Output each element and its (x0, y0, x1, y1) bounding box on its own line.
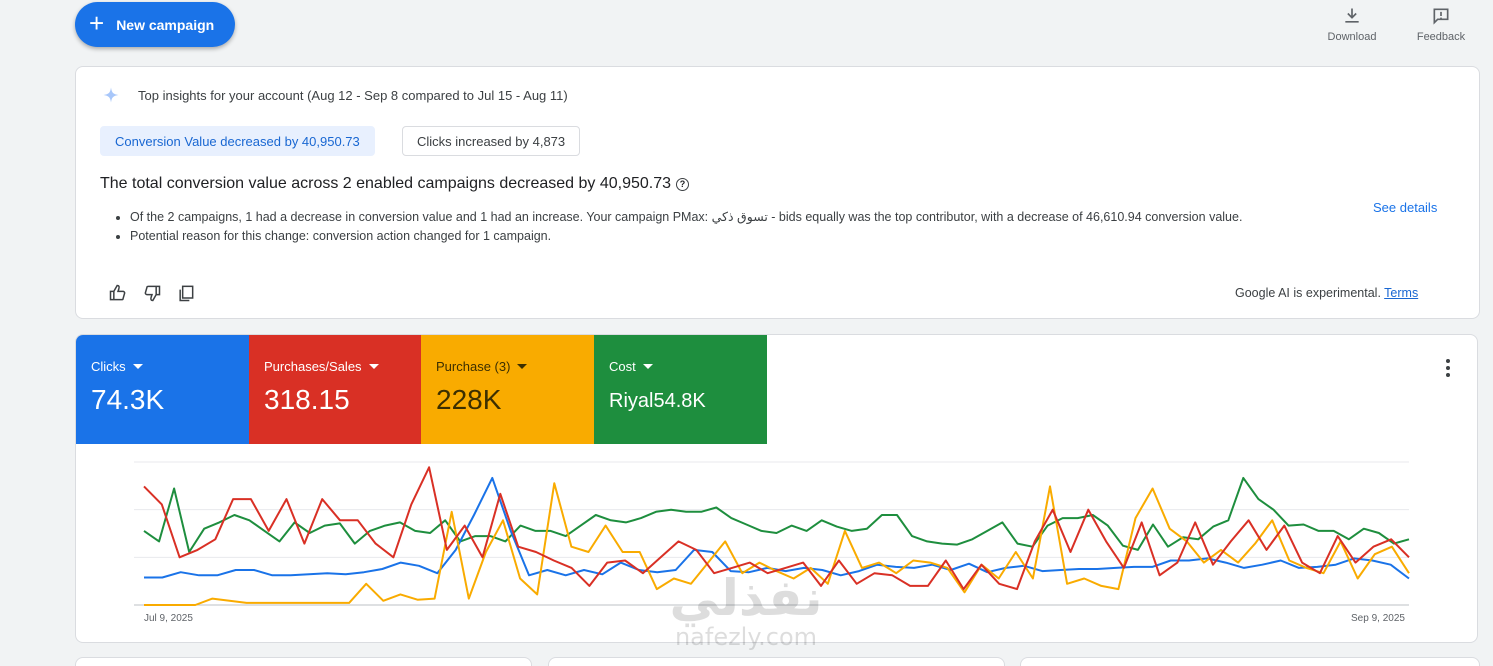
feedback-label: Feedback (1416, 31, 1466, 43)
ai-note-text: Google AI is experimental. (1235, 286, 1381, 300)
new-campaign-button[interactable]: + New campaign (75, 2, 235, 47)
thumbs-down-icon[interactable] (142, 283, 162, 303)
x-axis-end-label: Sep 9, 2025 (1351, 613, 1405, 624)
help-icon[interactable]: ? (676, 177, 690, 191)
caret-down-icon (368, 364, 379, 369)
line-chart (134, 461, 1410, 606)
metric-label-text: Purchase (3) (436, 359, 511, 374)
metric-label: Cost (609, 359, 752, 374)
caret-down-icon (132, 364, 143, 369)
metric-value: Riyal54.8K (609, 390, 706, 412)
insight-headline: The total conversion value across 2 enab… (100, 175, 690, 193)
series-line-purchase-3- (144, 482, 1410, 606)
metric-cost[interactable]: Cost Riyal54.8K (594, 335, 767, 444)
metric-label: Purchase (3) (436, 359, 579, 374)
thumbs-up-icon[interactable] (108, 283, 128, 303)
x-axis-start-label: Jul 9, 2025 (144, 613, 193, 624)
terms-link[interactable]: Terms (1384, 286, 1418, 300)
insight-bullet: Of the 2 campaigns, 1 had a decrease in … (130, 209, 1330, 224)
chip-conversion-value[interactable]: Conversion Value decreased by 40,950.73 (100, 126, 375, 156)
insight-bullet: Potential reason for this change: conver… (130, 229, 1330, 243)
caret-down-icon (642, 364, 653, 369)
download-icon (1345, 8, 1359, 23)
series-line-clicks (144, 476, 1410, 580)
insights-title: Top insights for your account (Aug 12 - … (102, 86, 568, 104)
bottom-card (1020, 657, 1480, 666)
metric-clicks[interactable]: Clicks 74.3K (76, 335, 249, 444)
metric-purchases-sales[interactable]: Purchases/Sales 318.15 (249, 335, 422, 444)
insight-bullets: Of the 2 campaigns, 1 had a decrease in … (130, 209, 1330, 248)
more-options-icon[interactable] (1438, 357, 1458, 379)
bottom-card (548, 657, 1005, 666)
download-button[interactable]: Download (1322, 6, 1382, 43)
metric-value: 74.3K (91, 384, 165, 415)
see-details-link[interactable]: See details (1373, 200, 1437, 215)
caret-down-icon (517, 364, 528, 369)
sparkle-icon (103, 87, 119, 103)
metric-value: 318.15 (264, 384, 350, 415)
chip-clicks[interactable]: Clicks increased by 4,873 (402, 126, 581, 156)
bottom-card (75, 657, 532, 666)
performance-chart-card: Clicks 74.3K Purchases/Sales 318.15 Purc… (75, 334, 1478, 643)
insights-title-text: Top insights for your account (Aug 12 - … (138, 87, 568, 103)
series-line-cost (143, 476, 1410, 553)
insight-headline-text: The total conversion value across 2 enab… (100, 175, 672, 192)
feedback-button[interactable]: Feedback (1412, 6, 1470, 43)
metric-label-text: Purchases/Sales (264, 359, 362, 374)
feedback-icon (1433, 8, 1449, 25)
metric-label: Purchases/Sales (264, 359, 407, 374)
download-label: Download (1327, 31, 1377, 43)
new-campaign-label: New campaign (116, 16, 215, 33)
insight-feedback-icons (108, 283, 196, 303)
metric-value: 228K (436, 384, 502, 415)
plus-icon: + (89, 8, 105, 38)
metric-label-text: Clicks (91, 359, 126, 374)
insights-card: Top insights for your account (Aug 12 - … (75, 66, 1480, 319)
copy-icon[interactable] (176, 283, 196, 303)
ai-note: Google AI is experimental. Terms (1235, 286, 1418, 300)
metric-label: Clicks (91, 359, 234, 374)
series-line-purchases-sales (143, 466, 1410, 591)
metric-purchase[interactable]: Purchase (3) 228K (421, 335, 594, 444)
metric-label-text: Cost (609, 359, 636, 374)
